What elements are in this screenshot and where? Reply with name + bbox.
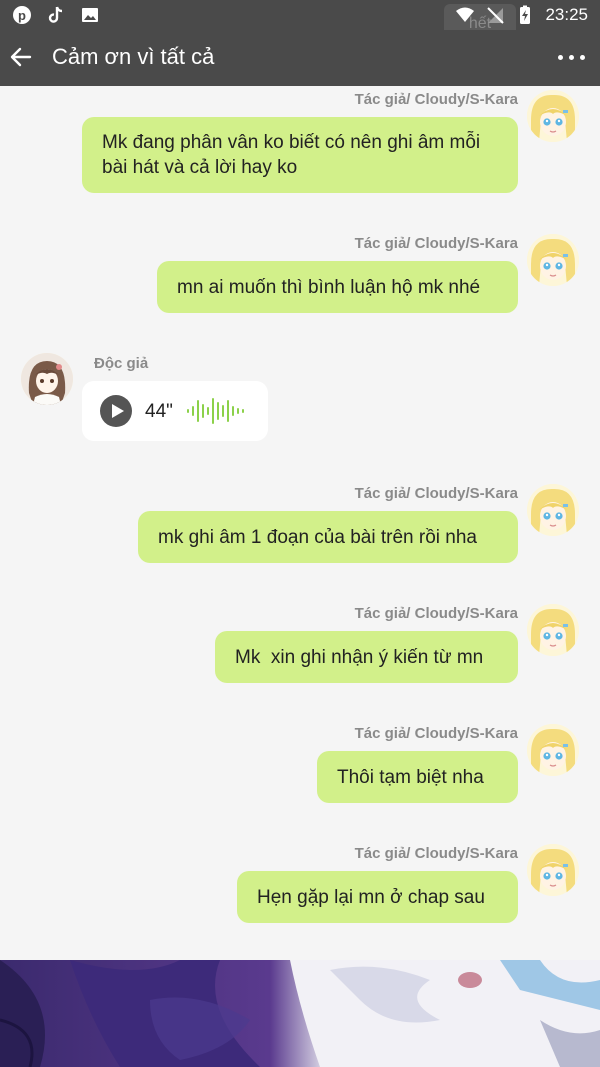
message-text: Thôi tạm biệt nha: [337, 766, 484, 788]
message-bubble[interactable]: Thôi tạm biệt nha: [317, 751, 518, 803]
message-bubble[interactable]: Mk đang phân vân ko biết có nên ghi âm m…: [82, 117, 518, 193]
message-bubble[interactable]: Mk xin ghi nhận ý kiến từ mn: [215, 631, 518, 683]
sender-name: Tác giả/ Cloudy/S-Kara: [354, 605, 518, 622]
message-text: Hẹn gặp lại mn ở chap sau: [257, 886, 485, 908]
app-bar: Cảm ơn vì tất cả: [0, 30, 600, 86]
signal-off-icon: [487, 7, 505, 24]
message-text: mn ai muốn thì bình luận hộ mk nhé: [177, 276, 481, 298]
status-bar: p hết 23:25: [0, 0, 600, 50]
message-text: Mk đang phân vân ko biết có nên ghi âm m…: [102, 132, 481, 178]
message-bubble[interactable]: mn ai muốn thì bình luận hộ mk nhé: [157, 261, 518, 313]
play-icon[interactable]: [100, 395, 132, 427]
author-avatar[interactable]: [527, 234, 579, 286]
chapter-artwork: [0, 960, 600, 1067]
message-text: mk ghi âm 1 đoạn của bài trên rồi nha: [158, 526, 477, 548]
wifi-icon: [456, 7, 475, 22]
reader-avatar[interactable]: [21, 353, 73, 405]
back-arrow-icon[interactable]: [8, 44, 34, 70]
page-title: Cảm ơn vì tất cả: [52, 44, 215, 69]
waveform-icon: [187, 398, 244, 424]
voice-duration: 44": [145, 401, 173, 422]
more-menu-icon[interactable]: [556, 44, 588, 70]
author-avatar[interactable]: [527, 724, 579, 776]
message-bubble[interactable]: mk ghi âm 1 đoạn của bài trên rồi nha: [138, 511, 518, 563]
sender-name: Tác giả/ Cloudy/S-Kara: [354, 845, 518, 862]
author-avatar[interactable]: [527, 90, 579, 142]
status-time: 23:25: [545, 5, 588, 24]
message-text: Mk xin ghi nhận ý kiến từ mn: [235, 646, 484, 668]
sender-name: Tác giả/ Cloudy/S-Kara: [354, 725, 518, 742]
sender-name: Độc giả: [94, 355, 149, 372]
author-avatar[interactable]: [527, 484, 579, 536]
author-avatar[interactable]: [527, 844, 579, 896]
svg-text:p: p: [18, 8, 26, 23]
author-avatar[interactable]: [527, 604, 579, 656]
sender-name: Tác giả/ Cloudy/S-Kara: [354, 91, 518, 108]
message-bubble[interactable]: Hẹn gặp lại mn ở chap sau: [237, 871, 518, 923]
voice-message[interactable]: 44": [82, 381, 268, 441]
sender-name: Tác giả/ Cloudy/S-Kara: [354, 235, 518, 252]
sender-name: Tác giả/ Cloudy/S-Kara: [354, 485, 518, 502]
tiktok-icon: [48, 6, 63, 23]
pinterest-icon: p: [13, 6, 31, 24]
gallery-icon: [82, 8, 98, 22]
battery-charging-icon: [520, 5, 531, 24]
